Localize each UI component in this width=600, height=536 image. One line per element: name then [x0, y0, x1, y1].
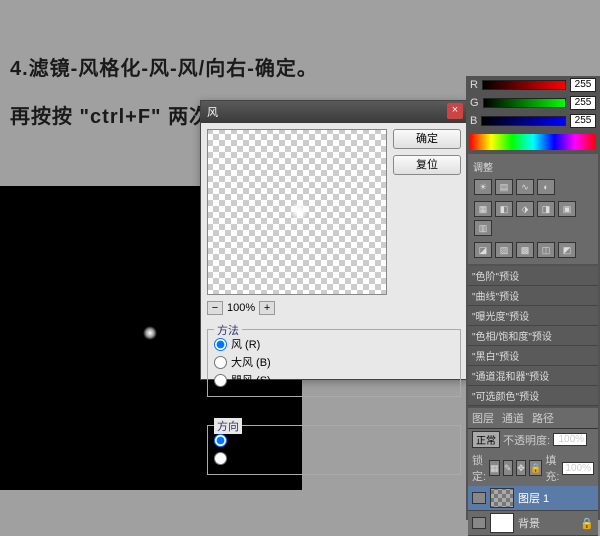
radio-left[interactable]	[214, 452, 227, 465]
vibrance-icon[interactable]: ▦	[474, 201, 492, 217]
opacity-input[interactable]: 100%	[553, 433, 587, 446]
direction-group: 方向 从右 (R) 从左 (L)	[207, 425, 461, 475]
filter-preview[interactable]	[207, 129, 387, 295]
lock-icon: 🔒	[580, 517, 594, 530]
bw-icon[interactable]: ◨	[537, 201, 555, 217]
b-label: B	[470, 115, 477, 127]
zoom-out-button[interactable]: −	[207, 301, 223, 315]
visibility-icon[interactable]	[472, 492, 486, 504]
close-icon[interactable]: ×	[447, 103, 463, 119]
selective-icon[interactable]: ◩	[558, 242, 576, 258]
direction-left[interactable]: 从左 (L)	[214, 450, 454, 466]
invert-icon[interactable]: ◪	[474, 242, 492, 258]
method-blast[interactable]: 大风 (B)	[214, 354, 454, 370]
opacity-label: 不透明度:	[503, 432, 550, 448]
direction-right[interactable]: 从右 (R)	[214, 432, 454, 448]
preset-mixer[interactable]: "通道混和器"预设	[468, 366, 598, 386]
adjustments-title: 调整	[471, 157, 595, 176]
zoom-in-button[interactable]: +	[259, 301, 275, 315]
adjustment-icons-row2: ▦◧⬗◨▣ ▥	[471, 198, 595, 239]
method-label: 方法	[214, 322, 242, 338]
fill-input[interactable]: 100%	[562, 462, 594, 475]
mixer-icon[interactable]: ▥	[474, 220, 492, 236]
radio-right[interactable]	[214, 434, 227, 447]
lock-pixels-icon[interactable]: ✎	[503, 460, 513, 476]
ok-button[interactable]: 确定	[393, 129, 461, 149]
b-slider[interactable]	[481, 116, 566, 126]
brightness-icon[interactable]: ☀	[474, 179, 492, 195]
preset-exposure[interactable]: "曝光度"预设	[468, 306, 598, 326]
g-value[interactable]: 255	[570, 96, 596, 110]
tab-paths[interactable]: 路径	[532, 410, 554, 426]
lock-label: 锁定:	[472, 452, 486, 484]
preset-curves[interactable]: "曲线"预设	[468, 286, 598, 306]
preview-glow	[290, 202, 308, 220]
radio-blast[interactable]	[214, 356, 227, 369]
right-panels: R255 G255 B255 调整 ☀▤∿◐ ▦◧⬗◨▣▥ ◪▨▩◫◩ "色阶"…	[466, 76, 600, 520]
layer-row-1[interactable]: 图层 1	[468, 486, 598, 511]
tutorial-step-text: 4.滤镜-风格化-风-风/向右-确定。	[10, 52, 318, 81]
method-stagger[interactable]: 飓风 (S)	[214, 372, 454, 388]
layer-thumbnail[interactable]	[490, 513, 514, 533]
reset-button[interactable]: 复位	[393, 155, 461, 175]
r-value[interactable]: 255	[570, 78, 596, 92]
preset-levels[interactable]: "色阶"预设	[468, 266, 598, 286]
layer-row-bg[interactable]: 背景 🔒	[468, 511, 598, 536]
r-slider[interactable]	[482, 80, 566, 90]
wind-filter-dialog: 风 × − 100% + 确定 复位 方法 风 (R) 大风 (B) 飓风 (S…	[200, 100, 468, 380]
threshold-icon[interactable]: ▩	[516, 242, 534, 258]
posterize-icon[interactable]: ▨	[495, 242, 513, 258]
zoom-level: 100%	[227, 302, 255, 314]
radio-stagger[interactable]	[214, 374, 227, 387]
levels-icon[interactable]: ▤	[495, 179, 513, 195]
curves-icon[interactable]: ∿	[516, 179, 534, 195]
g-label: G	[470, 97, 479, 109]
dialog-titlebar[interactable]: 风 ×	[201, 101, 467, 123]
method-wind[interactable]: 风 (R)	[214, 336, 454, 352]
lock-position-icon[interactable]: ✥	[516, 460, 526, 476]
tab-layers[interactable]: 图层	[472, 410, 494, 426]
blend-mode-select[interactable]: 正常	[472, 431, 500, 448]
preset-bw[interactable]: "黑白"预设	[468, 346, 598, 366]
radio-wind[interactable]	[214, 338, 227, 351]
b-value[interactable]: 255	[570, 114, 596, 128]
g-slider[interactable]	[483, 98, 566, 108]
balance-icon[interactable]: ⬗	[516, 201, 534, 217]
photo-filter-icon[interactable]: ▣	[558, 201, 576, 217]
canvas-glow-spot	[143, 326, 157, 340]
lock-transparency-icon[interactable]: ▦	[489, 460, 500, 476]
lock-all-icon[interactable]: 🔒	[529, 460, 542, 476]
gradient-map-icon[interactable]: ◫	[537, 242, 555, 258]
color-spectrum[interactable]	[470, 134, 596, 150]
layer-name[interactable]: 背景	[518, 515, 540, 531]
preset-hue[interactable]: "色相/饱和度"预设	[468, 326, 598, 346]
r-label: R	[470, 79, 478, 91]
fill-label: 填充:	[545, 452, 559, 484]
preset-selective[interactable]: "可选颜色"预设	[468, 386, 598, 406]
layer-thumbnail[interactable]	[490, 488, 514, 508]
visibility-icon[interactable]	[472, 517, 486, 529]
adjustment-icons-row1: ☀▤∿◐	[471, 176, 595, 198]
method-group: 方法 风 (R) 大风 (B) 飓风 (S)	[207, 329, 461, 397]
hue-icon[interactable]: ◧	[495, 201, 513, 217]
adjustment-icons-row3: ◪▨▩◫◩	[471, 239, 595, 261]
layer-name[interactable]: 图层 1	[518, 490, 549, 506]
tab-channels[interactable]: 通道	[502, 410, 524, 426]
tutorial-step-text-2: 再按按 "ctrl+F" 两次	[10, 100, 210, 129]
direction-label: 方向	[214, 418, 242, 434]
dialog-title: 风	[207, 107, 218, 119]
exposure-icon[interactable]: ◐	[537, 179, 555, 195]
